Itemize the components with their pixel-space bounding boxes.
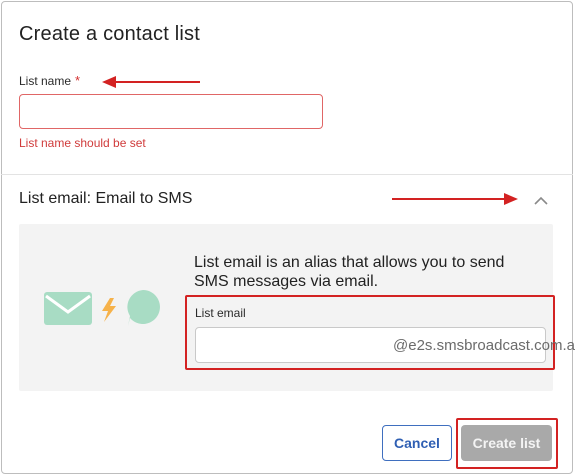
annotation-arrow-collapse <box>392 193 518 205</box>
annotation-arrow-list-name <box>102 76 200 88</box>
envelope-icon <box>44 292 92 325</box>
list-email-label: List email <box>195 306 246 320</box>
chevron-up-icon <box>534 196 548 205</box>
email-section-description: List email is an alias that allows you t… <box>194 254 505 290</box>
cancel-button[interactable]: Cancel <box>382 425 452 461</box>
email-to-sms-illustration <box>44 290 160 326</box>
collapse-section-button[interactable] <box>531 193 551 209</box>
dialog-title: Create a contact list <box>19 23 200 45</box>
list-name-label-text: List name <box>19 74 72 88</box>
create-list-button[interactable]: Create list <box>461 425 552 461</box>
list-name-input[interactable] <box>19 94 323 129</box>
email-section-title: List email: Email to SMS <box>19 190 193 207</box>
list-name-label: List name * <box>19 73 80 88</box>
list-name-error: List name should be set <box>19 136 146 150</box>
required-marker: * <box>75 73 81 88</box>
list-email-input[interactable] <box>196 328 393 362</box>
section-divider <box>1 174 573 175</box>
chat-bubble-icon <box>127 290 160 326</box>
list-email-field: @e2s.smsbroadcast.com.au <box>195 327 575 363</box>
lightning-bolt-icon <box>102 298 116 322</box>
list-email-domain-suffix: @e2s.smsbroadcast.com.au <box>393 336 575 354</box>
